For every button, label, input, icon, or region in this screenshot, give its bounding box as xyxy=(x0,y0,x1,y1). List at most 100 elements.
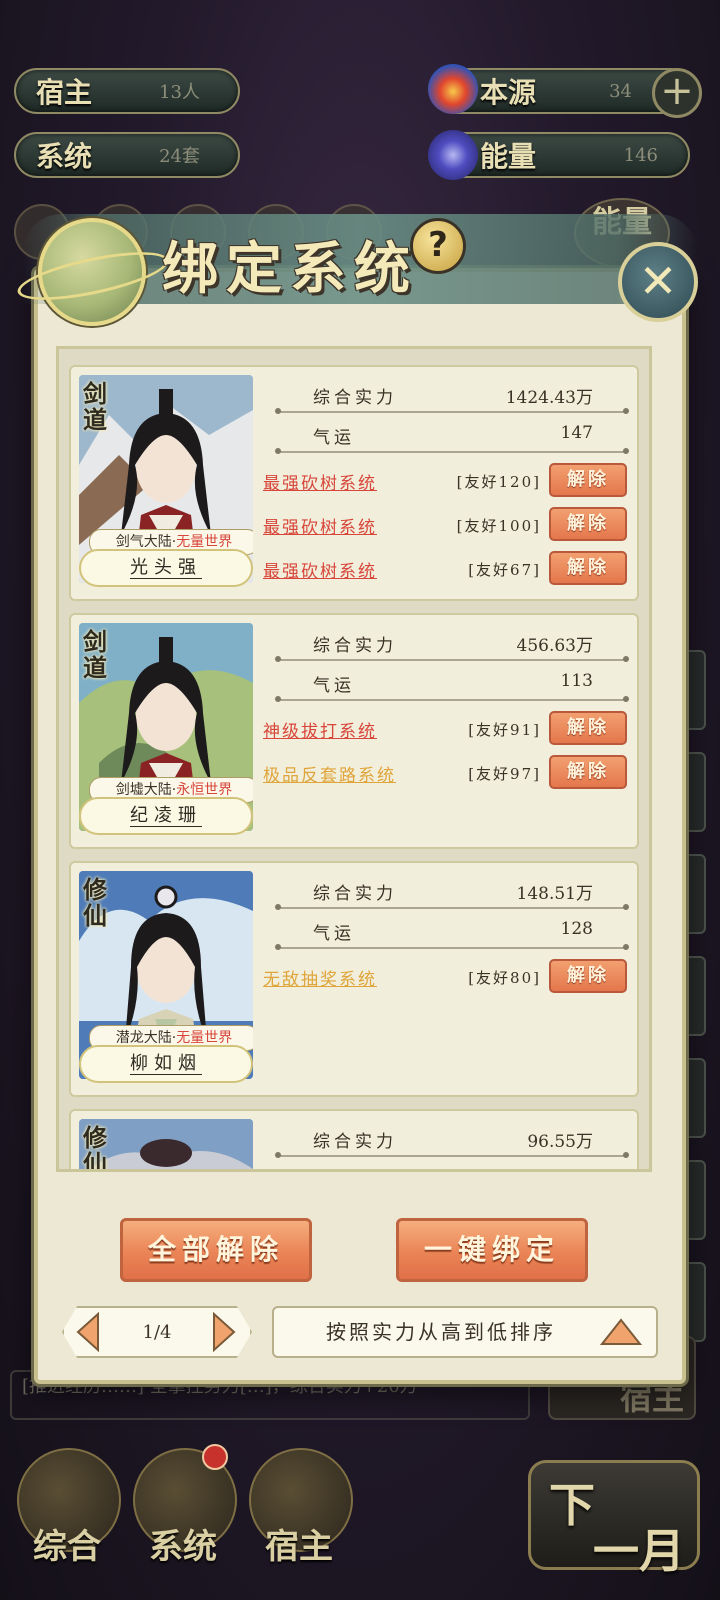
power-label: 综合实力 xyxy=(313,388,397,408)
system-name-link[interactable]: 无敌抽奖系统 xyxy=(263,965,377,990)
help-button[interactable]: ? xyxy=(410,218,466,274)
unbind-button[interactable]: 解除 xyxy=(549,711,627,745)
nav-system-button[interactable]: 系统 xyxy=(128,1444,238,1568)
divider xyxy=(275,656,629,662)
system-count-value: 24套 xyxy=(159,146,200,167)
host-name-plate[interactable]: 光头强 xyxy=(79,549,253,587)
host-continent: 剑墟大陆· xyxy=(115,782,177,798)
host-realm: 无量世界 xyxy=(176,1030,233,1046)
prev-page-button[interactable] xyxy=(74,1312,102,1352)
energy-value: 146 xyxy=(623,144,658,166)
unbind-button[interactable]: 解除 xyxy=(549,755,627,789)
host-card: 剑道 剑气大陆·无量世界 光头强 综合实力 1424.43万 气运 147 最强… xyxy=(69,365,639,601)
power-value: 456.63万 xyxy=(516,636,593,656)
notification-dot xyxy=(202,1444,228,1470)
system-friendliness: [友好80] xyxy=(468,969,541,987)
luck-label: 气运 xyxy=(313,676,355,696)
bottom-nav: 综合 系统 宿主 xyxy=(12,1444,354,1568)
host-continent: 潜龙大陆· xyxy=(115,1030,177,1046)
host-name: 纪凌珊 xyxy=(130,805,202,827)
host-genre: 剑道 xyxy=(83,379,107,434)
luck-label: 气运 xyxy=(313,924,355,944)
host-name-plate[interactable]: 柳如烟 xyxy=(79,1045,253,1083)
add-origin-button[interactable]: + xyxy=(652,68,702,118)
nav-overview-button[interactable]: 综合 xyxy=(12,1448,122,1568)
bound-system-row: 无敌抽奖系统 [友好80] 解除 xyxy=(263,959,633,993)
power-row: 综合实力 96.55万 xyxy=(277,1127,625,1157)
luck-row: 气运 147 xyxy=(277,423,625,453)
system-friendliness: [友好97] xyxy=(468,765,541,783)
unbind-button[interactable]: 解除 xyxy=(549,463,627,497)
nav-system-label: 系统 xyxy=(149,1527,217,1567)
power-row: 综合实力 1424.43万 xyxy=(277,383,625,413)
luck-label: 气运 xyxy=(313,428,355,448)
host-count-value: 13人 xyxy=(159,82,200,103)
divider xyxy=(275,696,629,702)
system-friendliness: [友好100] xyxy=(456,517,541,535)
host-card: 修仙 潜龙大陆·无量世界 柳如烟 综合实力 148.51万 气运 128 无敌抽… xyxy=(69,861,639,1097)
power-row: 综合实力 148.51万 xyxy=(277,879,625,909)
bound-system-row: 最强砍树系统 [友好120] 解除 xyxy=(263,463,633,497)
bound-system-row: 神级拔打系统 [友好91] 解除 xyxy=(263,711,633,745)
host-count-bar: 宿主 13人 xyxy=(14,68,240,114)
power-label: 综合实力 xyxy=(313,1132,397,1152)
one-click-bind-button[interactable]: 一键绑定 xyxy=(396,1218,588,1282)
sort-dropdown[interactable]: 按照实力从高到低排序 xyxy=(272,1306,658,1358)
host-list[interactable]: 剑道 剑气大陆·无量世界 光头强 综合实力 1424.43万 气运 147 最强… xyxy=(56,346,652,1172)
dialog-title: 绑定系统 xyxy=(162,236,418,302)
system-name-link[interactable]: 神级拔打系统 xyxy=(263,717,377,742)
host-genre: 修仙 xyxy=(83,875,107,930)
system-friendliness: [友好120] xyxy=(456,473,541,491)
system-name-link[interactable]: 最强砍树系统 xyxy=(263,557,377,582)
nav-overview-label: 综合 xyxy=(33,1527,101,1567)
host-continent: 剑气大陆· xyxy=(115,534,177,550)
power-value: 148.51万 xyxy=(516,884,593,904)
close-button[interactable]: ✕ xyxy=(618,242,698,322)
globe-emblem-icon xyxy=(38,218,146,326)
bound-system-row: 最强砍树系统 [友好67] 解除 xyxy=(263,551,633,585)
unbind-all-button[interactable]: 全部解除 xyxy=(120,1218,312,1282)
sort-label: 按照实力从高到低排序 xyxy=(326,1320,556,1344)
luck-value: 113 xyxy=(560,671,593,691)
nav-host-button[interactable]: 宿主 xyxy=(244,1448,354,1568)
system-name-link[interactable]: 最强砍树系统 xyxy=(263,469,377,494)
host-portrait: 修仙 xyxy=(79,1119,253,1172)
divider xyxy=(275,944,629,950)
host-genre: 剑道 xyxy=(83,627,107,682)
divider xyxy=(275,904,629,910)
system-count-bar: 系统 24套 xyxy=(14,132,240,178)
host-realm: 永恒世界 xyxy=(176,782,233,798)
system-name-link[interactable]: 最强砍树系统 xyxy=(263,513,377,538)
next-month-button[interactable]: 下 一月 xyxy=(528,1460,700,1578)
find-host-label-2: 宿主 xyxy=(619,1379,684,1417)
unbind-button[interactable]: 解除 xyxy=(549,507,627,541)
energy-vortex-icon xyxy=(428,130,478,180)
host-name: 光头强 xyxy=(130,557,202,579)
luck-value: 147 xyxy=(560,423,593,443)
system-name-link[interactable]: 极品反套路系统 xyxy=(263,761,396,786)
unbind-button[interactable]: 解除 xyxy=(549,551,627,585)
luck-row: 气运 113 xyxy=(277,671,625,701)
host-genre: 修仙 xyxy=(83,1123,107,1172)
nav-host-label: 宿主 xyxy=(265,1527,333,1567)
origin-value: 34 xyxy=(609,80,632,102)
host-card: 修仙 综合实力 96.55万 xyxy=(69,1109,639,1172)
power-row: 综合实力 456.63万 xyxy=(277,631,625,661)
host-realm: 无量世界 xyxy=(176,534,233,550)
bound-system-row: 极品反套路系统 [友好97] 解除 xyxy=(263,755,633,789)
divider xyxy=(275,448,629,454)
system-friendliness: [友好91] xyxy=(468,721,541,739)
power-label: 综合实力 xyxy=(313,884,397,904)
energy-label: 能量 xyxy=(480,140,537,173)
unbind-button[interactable]: 解除 xyxy=(549,959,627,993)
divider xyxy=(275,1152,629,1158)
host-name-plate[interactable]: 纪凌珊 xyxy=(79,797,253,835)
sort-arrow-up-icon xyxy=(600,1318,642,1345)
next-month-label-2: 一月 xyxy=(593,1524,685,1578)
power-value: 1424.43万 xyxy=(505,388,593,408)
luck-value: 128 xyxy=(560,919,593,939)
origin-label: 本源 xyxy=(480,76,537,109)
next-page-button[interactable] xyxy=(210,1312,238,1352)
divider xyxy=(275,408,629,414)
power-label: 综合实力 xyxy=(313,636,397,656)
